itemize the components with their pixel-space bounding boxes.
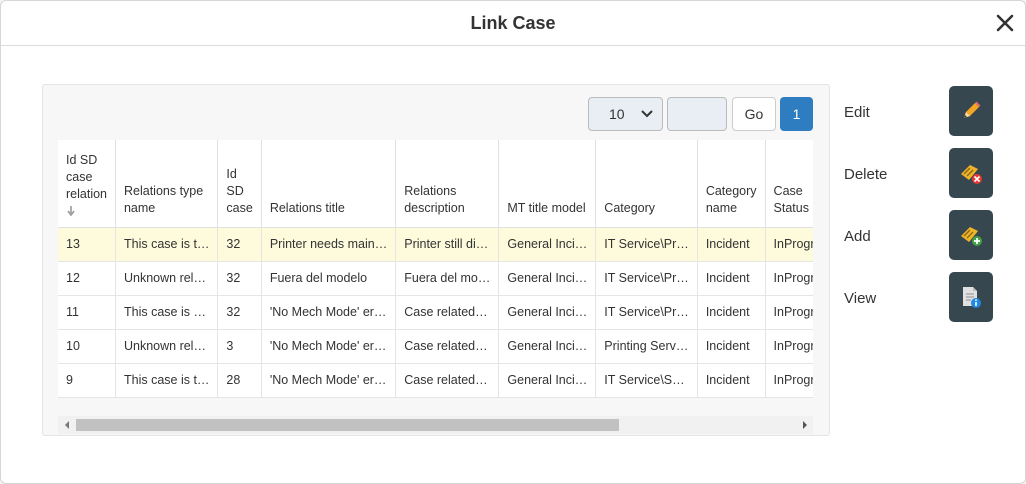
- table-row[interactable]: 13 This case is t… 32 Printer needs main…: [58, 227, 813, 262]
- view-label: View: [844, 290, 877, 307]
- table-cell: InProgr: [765, 295, 813, 330]
- table-row[interactable]: 9 This case is t… 28 'No Mech Mode' er… …: [58, 363, 813, 398]
- table-cell: General Inci…: [498, 363, 597, 398]
- table-cell: Case related…: [395, 295, 500, 330]
- table-header-row: Id SD case relation Relations type name …: [58, 140, 813, 228]
- table-cell: 32: [217, 227, 262, 262]
- table-cell: Incident: [697, 227, 766, 262]
- table-cell: This case is t…: [115, 363, 219, 398]
- unlink-delete-icon: [961, 165, 982, 184]
- dialog-header: Link Case: [1, 1, 1025, 46]
- table-cell: 13: [58, 227, 116, 262]
- table-cell: Case related…: [395, 329, 500, 364]
- column-header[interactable]: Id SD case: [217, 140, 262, 228]
- table-cell: 'No Mech Mode' er…: [261, 329, 397, 364]
- table-cell: IT Service\S…: [595, 363, 698, 398]
- table-cell: Incident: [697, 329, 766, 364]
- view-button[interactable]: [949, 272, 993, 322]
- table-cell: Unknown rel…: [115, 329, 219, 364]
- table-cell: Case related…: [395, 363, 500, 398]
- page-size-select[interactable]: 10: [588, 97, 663, 131]
- table-cell: 12: [58, 261, 116, 296]
- scrollbar-thumb[interactable]: [76, 419, 619, 431]
- table-cell: Incident: [697, 295, 766, 330]
- table-cell: 10: [58, 329, 116, 364]
- edit-label: Edit: [844, 104, 870, 121]
- dialog-title: Link Case: [470, 13, 556, 33]
- page-size-value: 10: [609, 106, 625, 122]
- add-label: Add: [844, 228, 871, 245]
- column-header[interactable]: Relations description: [395, 140, 500, 228]
- table-cell: General Inci…: [498, 261, 597, 296]
- table-cell: 3: [217, 329, 262, 364]
- table-cell: 32: [217, 295, 262, 330]
- column-header[interactable]: Category: [595, 140, 698, 228]
- link-case-dialog: Link Case 10 Go 1 Id SD case relation Re…: [0, 0, 1026, 484]
- table-cell: IT Service\Pr…: [595, 295, 698, 330]
- table-cell: InProgr: [765, 363, 813, 398]
- page-jump-input[interactable]: [667, 97, 727, 131]
- sort-down-icon: [67, 205, 75, 216]
- table-cell: This case is t…: [115, 227, 219, 262]
- table-cell: Incident: [697, 261, 766, 296]
- table-cell: Fuera del mo…: [395, 261, 500, 296]
- table-cell: 9: [58, 363, 116, 398]
- scroll-right-icon[interactable]: [802, 421, 808, 429]
- table-cell: General Inci…: [498, 227, 597, 262]
- delete-button[interactable]: [949, 148, 993, 198]
- table-cell: General Inci…: [498, 329, 597, 364]
- column-header[interactable]: Category name: [697, 140, 766, 228]
- table-cell: Printer still di…: [395, 227, 500, 262]
- column-header[interactable]: Relations title: [261, 140, 397, 228]
- horizontal-scrollbar[interactable]: [58, 416, 813, 434]
- link-add-icon: [961, 227, 982, 246]
- column-header[interactable]: Relations type name: [115, 140, 219, 228]
- column-header[interactable]: Case Status: [765, 140, 813, 228]
- page-number-button[interactable]: 1: [780, 97, 813, 131]
- table-row[interactable]: 12 Unknown rel… 32 Fuera del modelo Fuer…: [58, 261, 813, 296]
- table-cell: InProgr: [765, 227, 813, 262]
- column-header[interactable]: Id SD case relation: [58, 140, 116, 228]
- table-cell: 'No Mech Mode' er…: [261, 295, 397, 330]
- go-button[interactable]: Go: [732, 97, 776, 131]
- table-cell: 11: [58, 295, 116, 330]
- table-cell: InProgr: [765, 329, 813, 364]
- chevron-down-icon: [641, 110, 653, 118]
- document-info-icon: [963, 287, 981, 308]
- edit-button[interactable]: [949, 86, 993, 136]
- column-header[interactable]: MT title model: [498, 140, 597, 228]
- relations-table: Id SD case relation Relations type name …: [58, 140, 813, 398]
- pencil-icon: [964, 101, 981, 118]
- table-cell: Printer needs main…: [261, 227, 397, 262]
- table-cell: This case is …: [115, 295, 219, 330]
- table-cell: IT Service\Pr…: [595, 227, 698, 262]
- table-row[interactable]: 10 Unknown rel… 3 'No Mech Mode' er… Cas…: [58, 329, 813, 364]
- table-cell: Printing Serv…: [595, 329, 698, 364]
- close-icon[interactable]: [995, 12, 1015, 34]
- table-cell: Fuera del modelo: [261, 261, 397, 296]
- table-cell: Incident: [697, 363, 766, 398]
- table-cell: 'No Mech Mode' er…: [261, 363, 397, 398]
- add-button[interactable]: [949, 210, 993, 260]
- table-cell: IT Service\Pr…: [595, 261, 698, 296]
- table-cell: General Inci…: [498, 295, 597, 330]
- table-cell: 32: [217, 261, 262, 296]
- scroll-left-icon[interactable]: [64, 421, 70, 429]
- table-cell: Unknown rel…: [115, 261, 219, 296]
- delete-label: Delete: [844, 166, 888, 183]
- table-cell: InProgr: [765, 261, 813, 296]
- table-row[interactable]: 11 This case is … 32 'No Mech Mode' er… …: [58, 295, 813, 330]
- table-cell: 28: [217, 363, 262, 398]
